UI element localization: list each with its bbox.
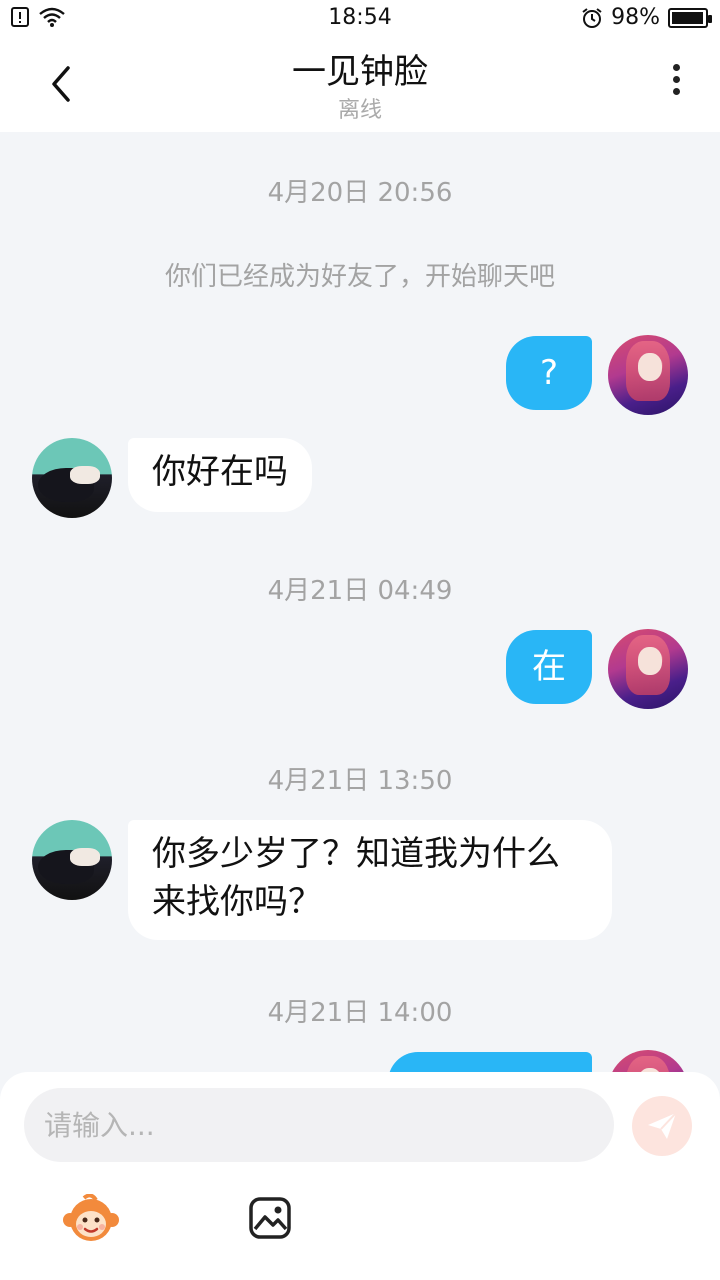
timestamp: 4月21日 14:00	[267, 998, 453, 1028]
timestamp: 4月20日 20:56	[267, 178, 453, 208]
battery-level-fill	[672, 11, 704, 24]
message-input[interactable]	[24, 1088, 614, 1162]
message-bubble-self[interactable]	[388, 1052, 592, 1072]
more-vertical-icon	[662, 64, 690, 95]
monkey-emoji-icon	[63, 1193, 119, 1241]
message-bubble-other[interactable]: 你好在吗	[128, 438, 312, 512]
chat-header: 一见钟脸 离线	[0, 36, 720, 132]
my-avatar[interactable]	[608, 629, 688, 709]
battery-icon	[668, 7, 712, 28]
image-icon	[249, 1197, 291, 1239]
message-bubble-other[interactable]: 你多少岁了？知道我为什么来找你吗？	[128, 820, 612, 940]
timestamp: 4月21日 04:49	[267, 576, 453, 606]
system-message: 你们已经成为好友了，开始聊天吧	[164, 262, 555, 292]
image-button[interactable]	[248, 1196, 292, 1240]
emoji-button[interactable]	[62, 1193, 120, 1244]
alarm-clock-icon	[582, 7, 602, 28]
input-panel	[0, 1072, 720, 1280]
timestamp: 4月21日 13:50	[267, 766, 453, 796]
contact-avatar[interactable]	[32, 438, 112, 518]
my-avatar[interactable]	[608, 335, 688, 415]
status-right-icons: 98%	[581, 5, 712, 30]
send-button[interactable]	[632, 1096, 692, 1156]
paper-plane-icon	[648, 1112, 677, 1139]
battery-percent: 98%	[611, 5, 660, 30]
my-avatar[interactable]	[608, 1050, 688, 1072]
contact-avatar[interactable]	[32, 820, 112, 900]
message-bubble-self[interactable]: 在	[506, 630, 592, 704]
contact-name: 一见钟脸	[292, 52, 428, 92]
status-bar: 18:54 98%	[0, 0, 720, 36]
more-options-button[interactable]	[662, 64, 690, 104]
online-status: 离线	[337, 98, 382, 123]
message-list[interactable]: 4月20日 20:56 你们已经成为好友了，开始聊天吧 ? 你好在吗 4月21日…	[0, 132, 720, 1072]
message-bubble-self[interactable]: ?	[506, 336, 592, 410]
